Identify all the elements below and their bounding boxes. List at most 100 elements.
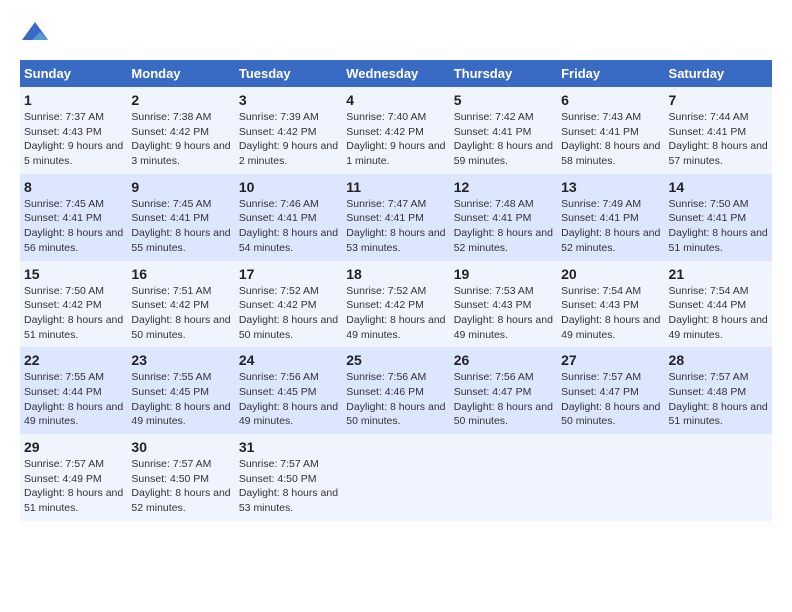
day-number: 30 — [131, 439, 230, 455]
calendar-cell: 4Sunrise: 7:40 AMSunset: 4:42 PMDaylight… — [342, 87, 449, 174]
calendar-cell: 25 Sunrise: 7:56 AMSunset: 4:46 PMDayligh… — [342, 347, 449, 434]
weekday-header-wednesday: Wednesday — [342, 60, 449, 87]
calendar-cell: 6Sunrise: 7:43 AMSunset: 4:41 PMDaylight… — [557, 87, 664, 174]
calendar-cell: 29 Sunrise: 7:57 AMSunset: 4:49 PMDayligh… — [20, 434, 127, 521]
day-info: Sunrise: 7:52 AMSunset: 4:42 PMDaylight:… — [346, 284, 445, 343]
day-number: 18 — [346, 266, 445, 282]
day-info: Sunrise: 7:52 AMSunset: 4:42 PMDaylight:… — [239, 284, 338, 343]
day-info: Sunrise: 7:46 AMSunset: 4:41 PMDaylight:… — [239, 197, 338, 256]
day-info: Sunrise: 7:54 AMSunset: 4:44 PMDaylight:… — [669, 284, 768, 343]
calendar-cell: 11 Sunrise: 7:47 AMSunset: 4:41 PMDayligh… — [342, 174, 449, 261]
day-number: 13 — [561, 179, 660, 195]
calendar-week-2: 8 Sunrise: 7:45 AMSunset: 4:41 PMDaylight… — [20, 174, 772, 261]
calendar-cell — [342, 434, 449, 521]
calendar-cell: 2 Sunrise: 7:38 AMSunset: 4:42 PMDaylight… — [127, 87, 234, 174]
calendar-cell: 30Sunrise: 7:57 AMSunset: 4:50 PMDayligh… — [127, 434, 234, 521]
weekday-header-saturday: Saturday — [665, 60, 772, 87]
calendar-cell: 28 Sunrise: 7:57 AMSunset: 4:48 PMDayligh… — [665, 347, 772, 434]
day-info: Sunrise: 7:44 AMSunset: 4:41 PMDaylight:… — [669, 110, 768, 169]
calendar-cell: 18 Sunrise: 7:52 AMSunset: 4:42 PMDayligh… — [342, 261, 449, 348]
day-number: 8 — [24, 179, 123, 195]
day-info: Sunrise: 7:57 AMSunset: 4:50 PMDaylight:… — [239, 457, 338, 516]
calendar-cell: 20 Sunrise: 7:54 AMSunset: 4:43 PMDayligh… — [557, 261, 664, 348]
day-number: 2 — [131, 92, 230, 108]
calendar-week-4: 22Sunrise: 7:55 AMSunset: 4:44 PMDayligh… — [20, 347, 772, 434]
day-info: Sunrise: 7:45 AMSunset: 4:41 PMDaylight:… — [131, 197, 230, 256]
day-info: Sunrise: 7:39 AMSunset: 4:42 PMDaylight:… — [239, 110, 338, 169]
day-info: Sunrise: 7:57 AMSunset: 4:48 PMDaylight:… — [669, 370, 768, 429]
calendar-cell: 17 Sunrise: 7:52 AMSunset: 4:42 PMDayligh… — [235, 261, 342, 348]
calendar-cell: 23Sunrise: 7:55 AMSunset: 4:45 PMDayligh… — [127, 347, 234, 434]
day-number: 7 — [669, 92, 768, 108]
calendar-cell — [450, 434, 557, 521]
calendar-table: SundayMondayTuesdayWednesdayThursdayFrid… — [20, 60, 772, 521]
weekday-header-sunday: Sunday — [20, 60, 127, 87]
day-number: 19 — [454, 266, 553, 282]
day-number: 5 — [454, 92, 553, 108]
calendar-cell: 31 Sunrise: 7:57 AMSunset: 4:50 PMDayligh… — [235, 434, 342, 521]
logo — [20, 20, 54, 50]
calendar-week-3: 15 Sunrise: 7:50 AMSunset: 4:42 PMDayligh… — [20, 261, 772, 348]
weekday-header-tuesday: Tuesday — [235, 60, 342, 87]
day-number: 3 — [239, 92, 338, 108]
day-number: 31 — [239, 439, 338, 455]
day-info: Sunrise: 7:54 AMSunset: 4:43 PMDaylight:… — [561, 284, 660, 343]
calendar-cell: 19 Sunrise: 7:53 AMSunset: 4:43 PMDayligh… — [450, 261, 557, 348]
day-info: Sunrise: 7:56 AMSunset: 4:46 PMDaylight:… — [346, 370, 445, 429]
day-number: 28 — [669, 352, 768, 368]
day-info: Sunrise: 7:49 AMSunset: 4:41 PMDaylight:… — [561, 197, 660, 256]
day-number: 24 — [239, 352, 338, 368]
day-number: 17 — [239, 266, 338, 282]
day-number: 25 — [346, 352, 445, 368]
calendar-cell — [665, 434, 772, 521]
calendar-cell: 13 Sunrise: 7:49 AMSunset: 4:41 PMDayligh… — [557, 174, 664, 261]
calendar-cell: 16 Sunrise: 7:51 AMSunset: 4:42 PMDayligh… — [127, 261, 234, 348]
day-info: Sunrise: 7:57 AMSunset: 4:49 PMDaylight:… — [24, 457, 123, 516]
calendar-cell: 7 Sunrise: 7:44 AMSunset: 4:41 PMDaylight… — [665, 87, 772, 174]
calendar-cell — [557, 434, 664, 521]
day-info: Sunrise: 7:47 AMSunset: 4:41 PMDaylight:… — [346, 197, 445, 256]
day-info: Sunrise: 7:48 AMSunset: 4:41 PMDaylight:… — [454, 197, 553, 256]
day-info: Sunrise: 7:42 AMSunset: 4:41 PMDaylight:… — [454, 110, 553, 169]
day-info: Sunrise: 7:51 AMSunset: 4:42 PMDaylight:… — [131, 284, 230, 343]
day-info: Sunrise: 7:56 AMSunset: 4:47 PMDaylight:… — [454, 370, 553, 429]
day-number: 1 — [24, 92, 123, 108]
day-info: Sunrise: 7:40 AMSunset: 4:42 PMDaylight:… — [346, 110, 445, 169]
logo-icon — [20, 20, 50, 50]
calendar-cell: 9 Sunrise: 7:45 AMSunset: 4:41 PMDaylight… — [127, 174, 234, 261]
calendar-cell: 27 Sunrise: 7:57 AMSunset: 4:47 PMDayligh… — [557, 347, 664, 434]
weekday-header-friday: Friday — [557, 60, 664, 87]
day-info: Sunrise: 7:38 AMSunset: 4:42 PMDaylight:… — [131, 110, 230, 169]
day-info: Sunrise: 7:55 AMSunset: 4:44 PMDaylight:… — [24, 370, 123, 429]
day-info: Sunrise: 7:56 AMSunset: 4:45 PMDaylight:… — [239, 370, 338, 429]
calendar-cell: 3 Sunrise: 7:39 AMSunset: 4:42 PMDaylight… — [235, 87, 342, 174]
calendar-cell: 14Sunrise: 7:50 AMSunset: 4:41 PMDayligh… — [665, 174, 772, 261]
page-header — [20, 20, 772, 50]
calendar-cell: 24 Sunrise: 7:56 AMSunset: 4:45 PMDayligh… — [235, 347, 342, 434]
day-number: 23 — [131, 352, 230, 368]
calendar-week-5: 29 Sunrise: 7:57 AMSunset: 4:49 PMDayligh… — [20, 434, 772, 521]
day-number: 16 — [131, 266, 230, 282]
calendar-cell: 1 Sunrise: 7:37 AMSunset: 4:43 PMDaylight… — [20, 87, 127, 174]
calendar-cell: 21 Sunrise: 7:54 AMSunset: 4:44 PMDayligh… — [665, 261, 772, 348]
day-info: Sunrise: 7:50 AMSunset: 4:42 PMDaylight:… — [24, 284, 123, 343]
day-number: 26 — [454, 352, 553, 368]
calendar-cell: 10Sunrise: 7:46 AMSunset: 4:41 PMDayligh… — [235, 174, 342, 261]
day-number: 11 — [346, 179, 445, 195]
day-number: 21 — [669, 266, 768, 282]
calendar-cell: 12 Sunrise: 7:48 AMSunset: 4:41 PMDayligh… — [450, 174, 557, 261]
day-info: Sunrise: 7:50 AMSunset: 4:41 PMDaylight:… — [669, 197, 768, 256]
day-info: Sunrise: 7:53 AMSunset: 4:43 PMDaylight:… — [454, 284, 553, 343]
day-info: Sunrise: 7:37 AMSunset: 4:43 PMDaylight:… — [24, 110, 123, 169]
weekday-header-thursday: Thursday — [450, 60, 557, 87]
day-number: 9 — [131, 179, 230, 195]
calendar-week-1: 1 Sunrise: 7:37 AMSunset: 4:43 PMDaylight… — [20, 87, 772, 174]
day-number: 20 — [561, 266, 660, 282]
day-number: 15 — [24, 266, 123, 282]
day-number: 27 — [561, 352, 660, 368]
calendar-cell: 22Sunrise: 7:55 AMSunset: 4:44 PMDayligh… — [20, 347, 127, 434]
day-info: Sunrise: 7:57 AMSunset: 4:47 PMDaylight:… — [561, 370, 660, 429]
calendar-cell: 26 Sunrise: 7:56 AMSunset: 4:47 PMDayligh… — [450, 347, 557, 434]
day-number: 29 — [24, 439, 123, 455]
day-number: 12 — [454, 179, 553, 195]
